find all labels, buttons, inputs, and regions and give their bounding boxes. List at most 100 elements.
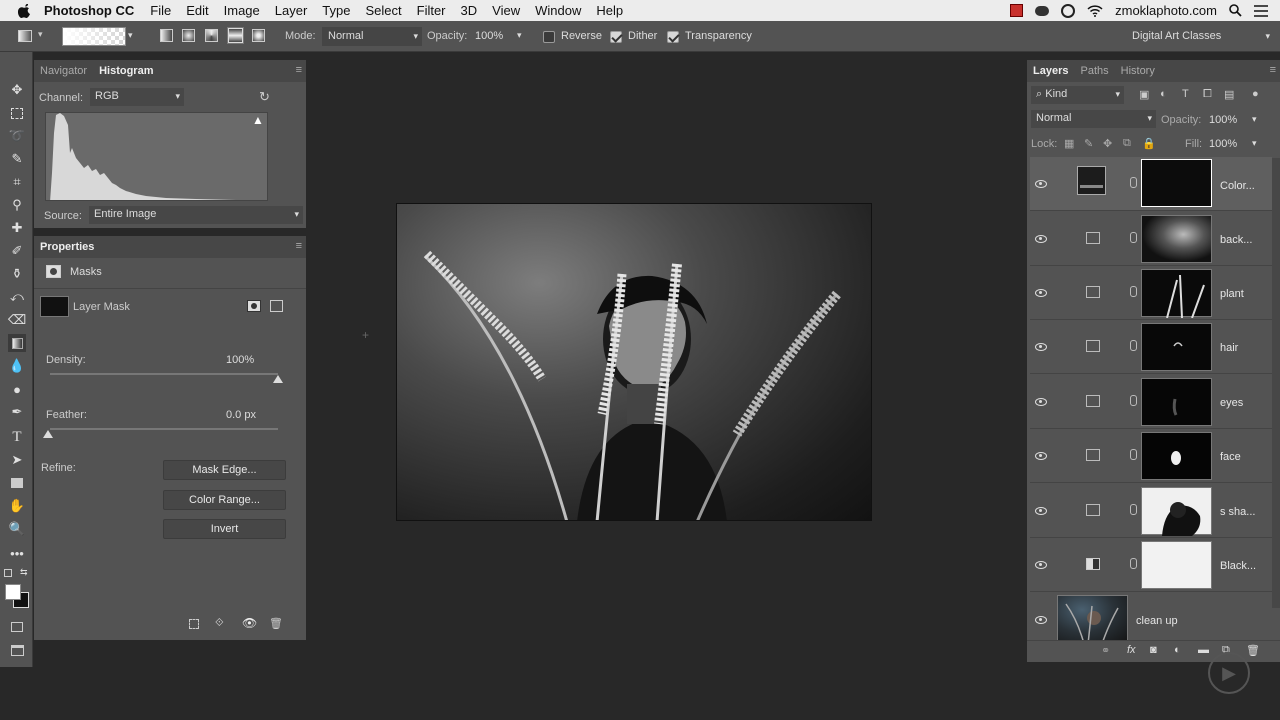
visibility-eye-icon[interactable] [1035,507,1047,515]
diamond-gradient-icon[interactable] [252,29,265,42]
feather-slider-track[interactable] [50,428,278,430]
lock-all-icon[interactable]: 🔒 [1142,137,1156,150]
color-range-button[interactable]: Color Range... [163,490,286,510]
mask-thumbnail[interactable] [1141,215,1212,263]
tab-history[interactable]: History [1115,65,1161,77]
eyedropper-tool-icon[interactable]: ⚲ [8,196,26,214]
layer-row[interactable]: face [1030,429,1272,483]
quick-selection-tool-icon[interactable]: ✎ [8,150,26,168]
red-square-icon[interactable] [1010,4,1024,17]
warning-icon[interactable]: ▲ [252,113,264,127]
opacity-value[interactable]: 100% [475,30,503,42]
menu-view[interactable]: View [492,3,520,18]
tab-histogram[interactable]: Histogram [93,65,159,77]
channel-select[interactable]: RGB ▾ [90,88,184,106]
swap-colors-icon[interactable]: ⇆ [20,567,28,578]
visibility-eye-icon[interactable] [1035,343,1047,351]
screen-mode-icon[interactable] [8,641,26,659]
document-canvas[interactable] [396,203,872,521]
transparency-label[interactable]: Transparency [685,30,752,42]
menu-3d[interactable]: 3D [461,3,478,18]
load-selection-icon[interactable] [189,619,199,629]
delete-mask-icon[interactable]: 🗑 [269,617,283,630]
link-layers-icon[interactable]: ⚭ [1101,644,1110,657]
chain-link-icon[interactable] [1130,395,1137,406]
density-slider-track[interactable] [50,373,278,375]
linear-gradient-icon[interactable] [160,29,173,42]
layer-row[interactable]: plant [1030,266,1272,320]
menu-window[interactable]: Window [535,3,581,18]
density-value[interactable]: 100% [226,354,254,366]
layer-row[interactable]: Black... [1030,538,1272,592]
visibility-eye-icon[interactable] [1035,561,1047,569]
mask-thumbnail[interactable] [1141,487,1212,536]
zoom-tool-icon[interactable]: 🔍 [8,520,26,538]
toggle-mask-visibility-icon[interactable]: 👁 [242,616,257,630]
dither-label[interactable]: Dither [628,30,657,42]
filter-smart-object-icon[interactable]: ▤ [1224,88,1234,101]
add-mask-icon[interactable]: ◙ [1150,644,1157,656]
feather-slider-handle[interactable] [43,430,53,438]
marquee-tool-icon[interactable] [8,104,26,122]
vector-mask-icon[interactable] [270,300,283,312]
cloud-icon[interactable] [1035,5,1050,16]
type-tool-icon[interactable]: T [8,428,26,446]
brush-tool-icon[interactable]: ✐ [8,242,26,260]
fill-value[interactable]: 100% [1209,138,1237,150]
visibility-eye-icon[interactable] [1035,452,1047,460]
reverse-checkbox[interactable] [543,31,555,43]
fill-chevron-icon[interactable]: ▾ [1252,138,1257,149]
menu-help[interactable]: Help [596,3,623,18]
creative-cloud-icon[interactable] [1061,3,1076,18]
lock-pixels-icon[interactable]: ✎ [1084,137,1093,150]
visibility-eye-icon[interactable] [1035,180,1047,188]
lock-artboard-icon[interactable]: ⧉ [1123,137,1131,150]
healing-brush-tool-icon[interactable]: ✚ [8,219,26,237]
mask-edge-button[interactable]: Mask Edge... [163,460,286,480]
layers-menu-icon[interactable]: ≡ [1270,64,1276,76]
chain-link-icon[interactable] [1130,449,1137,460]
layer-thumbnail[interactable] [1057,595,1128,645]
history-brush-tool-icon[interactable]: ⤺ [8,288,26,306]
foreground-color-swatch[interactable] [5,584,21,600]
gradient-tool-icon-active[interactable] [8,334,26,352]
layer-name[interactable]: Black... [1220,560,1256,572]
reflected-gradient-icon[interactable] [227,27,244,44]
layer-name[interactable]: Color... [1220,180,1255,192]
clone-stamp-tool-icon[interactable]: ⚱ [8,265,26,283]
layer-name[interactable]: s sha... [1220,506,1255,518]
pen-tool-icon[interactable]: ✒ [8,403,26,421]
pixel-mask-icon[interactable] [247,300,261,312]
tab-paths[interactable]: Paths [1074,65,1114,77]
visibility-eye-icon[interactable] [1035,616,1047,624]
chain-link-icon[interactable] [1130,340,1137,351]
quick-mask-icon[interactable] [8,618,26,636]
refresh-icon[interactable]: ↻ [259,89,270,105]
layer-opacity-chevron-icon[interactable]: ▾ [1252,114,1257,125]
search-icon[interactable] [1229,4,1242,17]
layer-opacity-value[interactable]: 100% [1209,114,1237,126]
chain-link-icon[interactable] [1130,504,1137,515]
mask-thumbnail[interactable] [1141,432,1212,480]
gradient-dropdown-chevron-icon[interactable]: ▾ [128,30,133,41]
menu-layer[interactable]: Layer [275,3,308,18]
dither-checkbox[interactable] [610,31,622,43]
mask-thumbnail[interactable] [1141,378,1212,426]
apply-mask-icon[interactable]: ⟐ [215,617,224,630]
visibility-eye-icon[interactable] [1035,289,1047,297]
chain-link-icon[interactable] [1130,232,1137,243]
angle-gradient-icon[interactable] [205,29,218,42]
mode-select[interactable]: Normal ▾ [322,27,422,46]
lasso-tool-icon[interactable]: ➰ [8,127,26,145]
chain-link-icon[interactable] [1130,286,1137,297]
mask-thumbnail[interactable] [1141,541,1212,589]
feather-value[interactable]: 0.0 px [226,409,256,421]
list-icon[interactable] [1254,4,1268,17]
apple-icon[interactable] [18,3,32,18]
default-colors-icon[interactable] [4,569,12,577]
layer-name[interactable]: face [1220,451,1241,463]
tab-layers[interactable]: Layers [1027,65,1074,77]
blur-tool-icon[interactable]: 💧 [8,357,26,375]
mask-thumbnail[interactable] [1141,323,1212,371]
chain-link-icon[interactable] [1130,558,1137,569]
